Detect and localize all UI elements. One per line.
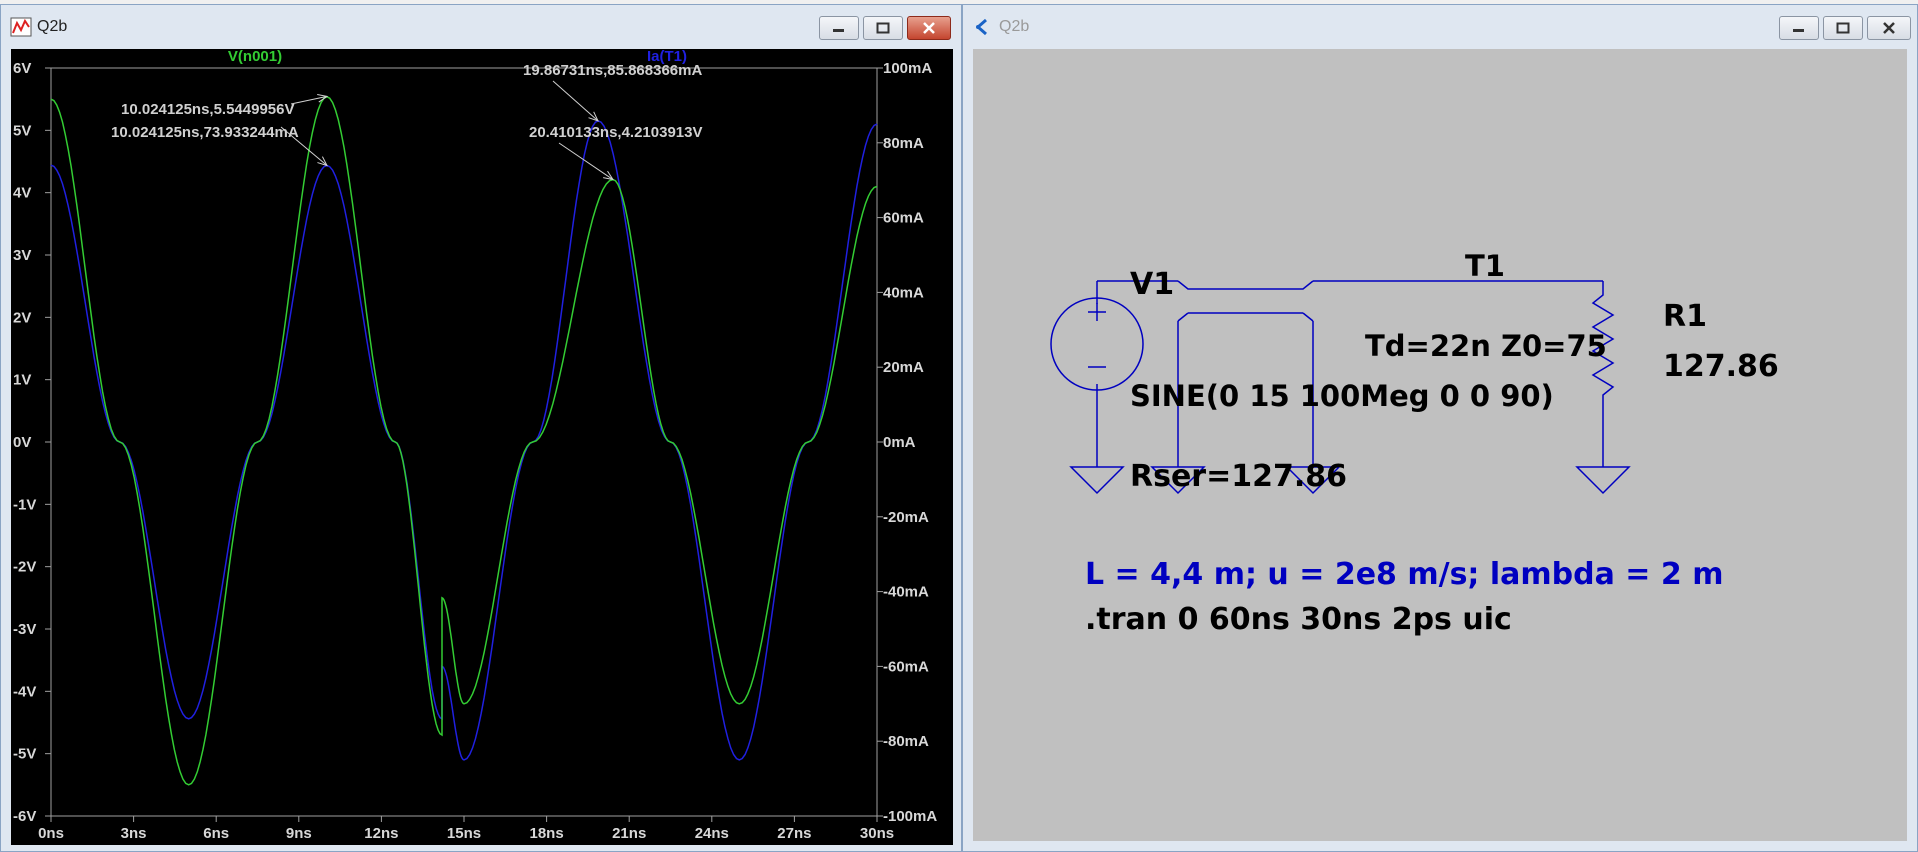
spice-directive[interactable]: .tran 0 60ns 30ns 2ps uic xyxy=(1085,602,1512,637)
x-axis-tick-label: 9ns xyxy=(286,825,312,842)
tline-symbol[interactable] xyxy=(1177,280,1314,322)
window-title: Q2b xyxy=(999,18,1030,35)
maximize-icon xyxy=(876,22,890,34)
window-title: Q2b xyxy=(37,18,68,35)
voltage-trace-v-n001[interactable] xyxy=(50,95,878,786)
cursor-readout-label: 19.86731ns,85.868366mA xyxy=(523,62,702,79)
waveform-app-icon xyxy=(10,17,32,37)
source-value[interactable]: SINE(0 15 100Meg 0 0 90) xyxy=(1130,379,1554,413)
x-axis-tick-label: 27ns xyxy=(777,825,811,842)
source-name[interactable]: V1 xyxy=(1130,267,1174,302)
left-axis-tick-label: -6V xyxy=(13,808,36,825)
left-axis-tick-label: 4V xyxy=(13,185,31,202)
right-axis-tick-label: -80mA xyxy=(883,733,929,750)
right-axis-tick-label: 40mA xyxy=(883,284,924,301)
left-axis-tick-label: 3V xyxy=(13,247,31,264)
left-axis-tick-label: -2V xyxy=(13,559,36,576)
x-axis-tick-label: 30ns xyxy=(860,825,894,842)
title-bar[interactable]: Q2b xyxy=(1,5,961,49)
x-axis-tick-label: 3ns xyxy=(121,825,147,842)
current-trace-ia-t1[interactable] xyxy=(50,119,878,761)
x-axis-tick-label: 18ns xyxy=(529,825,563,842)
x-axis-tick-label: 0ns xyxy=(38,825,64,842)
cursor-readout-label: 10.024125ns,73.933244mA xyxy=(111,124,299,141)
cursor-arrow xyxy=(552,80,599,122)
left-axis-tick-label: -4V xyxy=(13,683,36,700)
plus-sign xyxy=(1088,303,1106,321)
left-axis-tick-label: 1V xyxy=(13,372,31,389)
x-axis-tick-label: 12ns xyxy=(364,825,398,842)
x-axis-tick-label: 21ns xyxy=(612,825,646,842)
waveform-window[interactable]: Q2b 6V 5V 4V 3V 2V 1V 0V -1V -2V -3V -4V -5V -6V 100m… xyxy=(0,4,962,852)
restore-icon xyxy=(1836,22,1850,34)
right-axis-tick-label: 60mA xyxy=(883,210,924,227)
x-axis-tick-label: 24ns xyxy=(695,825,729,842)
minimize-button[interactable] xyxy=(1779,16,1819,40)
title-bar[interactable]: Q2b xyxy=(963,5,1917,49)
schematic-canvas[interactable]: V1 SINE(0 15 100Meg 0 0 90) Rser=127.86 … xyxy=(973,49,1907,841)
left-axis-tick-label: 6V xyxy=(13,60,31,77)
right-axis-tick-label: 80mA xyxy=(883,135,924,152)
right-axis-tick-label: 0mA xyxy=(883,434,916,451)
schematic-window[interactable]: Q2b V1 SINE(0 15 100Meg 0 0 90) Rser=127… xyxy=(962,4,1918,852)
waveform-chart[interactable]: 6V 5V 4V 3V 2V 1V 0V -1V -2V -3V -4V -5V -6V 100mA 80m… xyxy=(11,48,953,845)
x-axis-tick-label: 15ns xyxy=(447,825,481,842)
tline-name[interactable]: T1 xyxy=(1465,249,1505,283)
right-axis-tick-label: -60mA xyxy=(883,658,929,675)
schematic-app-icon xyxy=(976,18,987,36)
right-axis-tick-label: -100mA xyxy=(883,808,937,825)
cursor-readout-label: 10.024125ns,5.5449956V xyxy=(121,101,295,118)
left-axis-tick-label: 0V xyxy=(13,434,31,451)
right-axis-tick-label: 100mA xyxy=(883,60,932,77)
left-axis-tick-label: -3V xyxy=(13,621,36,638)
right-axis-tick-label: 20mA xyxy=(883,359,924,376)
right-axis-tick-label: -20mA xyxy=(883,509,929,526)
resistor-name[interactable]: R1 xyxy=(1663,299,1707,334)
maximize-button[interactable] xyxy=(863,16,903,40)
left-axis-tick-label: -5V xyxy=(13,746,36,763)
cursor-readout-label: 20.410133ns,4.2103913V xyxy=(529,124,703,141)
x-axis-tick-label: 6ns xyxy=(203,825,229,842)
schematic-drawing[interactable] xyxy=(973,49,1909,843)
minimize-button[interactable] xyxy=(819,16,859,40)
cursor-arrow xyxy=(280,126,328,166)
tline-value[interactable]: Td=22n Z0=75 xyxy=(1365,329,1607,363)
source-rser[interactable]: Rser=127.86 xyxy=(1130,459,1347,494)
left-axis-tick-label: 2V xyxy=(13,309,31,326)
close-button[interactable] xyxy=(907,16,951,40)
minimize-icon xyxy=(1793,29,1804,32)
resistor-value[interactable]: 127.86 xyxy=(1663,349,1779,384)
close-icon xyxy=(1883,22,1895,34)
restore-button[interactable] xyxy=(1823,16,1863,40)
left-axis-tick-label: -1V xyxy=(13,496,36,513)
trace-label-voltage: V(n001) xyxy=(228,49,282,65)
minimize-icon xyxy=(833,29,844,32)
resistor-symbol[interactable] xyxy=(1591,281,1615,467)
ground-resistor xyxy=(1575,466,1631,495)
plot-pane[interactable]: 6V 5V 4V 3V 2V 1V 0V -1V -2V -3V -4V -5V -6V 100mA 80m… xyxy=(11,48,953,845)
close-button[interactable] xyxy=(1867,16,1911,40)
close-icon xyxy=(923,22,935,34)
left-axis-tick-label: 5V xyxy=(13,122,31,139)
comment-text[interactable]: L = 4,4 m; u = 2e8 m/s; lambda = 2 m xyxy=(1085,557,1723,592)
right-axis-tick-label: -40mA xyxy=(883,584,929,601)
ground-source xyxy=(1069,466,1125,495)
